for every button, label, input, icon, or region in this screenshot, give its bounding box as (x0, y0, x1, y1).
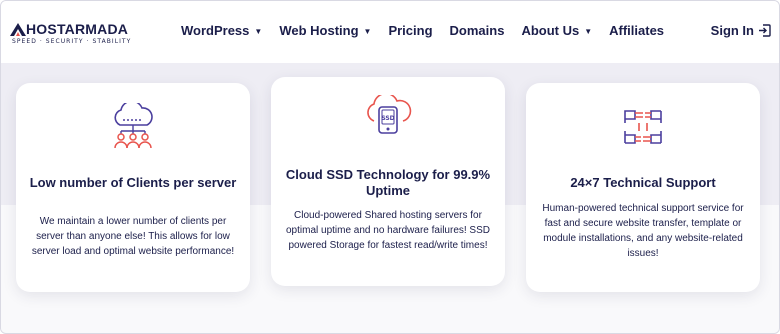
feature-card-ssd: SSD Cloud SSD Technology for 99.9% Uptim… (271, 77, 505, 286)
card-text: We maintain a lower number of clients pe… (31, 216, 235, 257)
chevron-down-icon: ▼ (363, 27, 372, 36)
nav-affiliates[interactable]: Affiliates (609, 23, 664, 38)
nav-about-us-label: About Us (521, 23, 580, 38)
main-nav: WordPress ▼ Web Hosting ▼ Pricing Domain… (181, 23, 681, 38)
nav-web-hosting-label: Web Hosting (279, 23, 359, 38)
chevron-down-icon: ▼ (254, 27, 263, 36)
nav-domains[interactable]: Domains (450, 23, 505, 38)
chevron-down-icon: ▼ (584, 27, 593, 36)
brand-tagline: SPEED · SECURITY · STABILITY (12, 38, 132, 45)
brand-name: HOSTARMADA (26, 21, 129, 37)
feature-card-clients: Low number of Clients per server We main… (16, 83, 250, 292)
card-title: 24×7 Technical Support (570, 175, 716, 190)
logo-mark-icon (10, 23, 26, 36)
svg-text:SSD: SSD (381, 115, 394, 122)
hostarmada-logo[interactable]: HOSTARMADA SPEED · SECURITY · STABILITY (10, 21, 160, 47)
cloud-ssd-icon: SSD (367, 95, 412, 134)
signin-label: Sign In (710, 23, 754, 38)
page-frame: HOSTARMADA SPEED · SECURITY · STABILITY … (0, 0, 780, 334)
nav-affiliates-label: Affiliates (609, 23, 665, 38)
top-navbar: HOSTARMADA SPEED · SECURITY · STABILITY … (1, 1, 779, 63)
nav-pricing[interactable]: Pricing (388, 23, 432, 38)
card-title: Cloud SSD Technology for 99.9% Uptime (285, 167, 491, 198)
card-title: Low number of Clients per server (29, 175, 237, 190)
nav-wordpress-label: WordPress (181, 23, 250, 38)
feature-card-support: 24×7 Technical Support Human-powered tec… (526, 83, 760, 292)
card-text: Human-powered technical support service … (542, 203, 744, 259)
signin-link[interactable]: Sign In (711, 23, 771, 38)
login-icon (759, 24, 771, 37)
nav-about-us[interactable]: About Us ▼ (521, 23, 592, 38)
nav-web-hosting[interactable]: Web Hosting ▼ (279, 23, 371, 38)
card-text: Cloud-powered Shared hosting servers for… (286, 210, 490, 251)
logo-wordmark: HOSTARMADA (10, 21, 128, 37)
cloud-clients-icon (114, 103, 153, 149)
nav-wordpress[interactable]: WordPress ▼ (181, 23, 262, 38)
nav-pricing-label: Pricing (388, 23, 433, 38)
support-hands-icon (624, 110, 662, 144)
nav-domains-label: Domains (449, 23, 505, 38)
